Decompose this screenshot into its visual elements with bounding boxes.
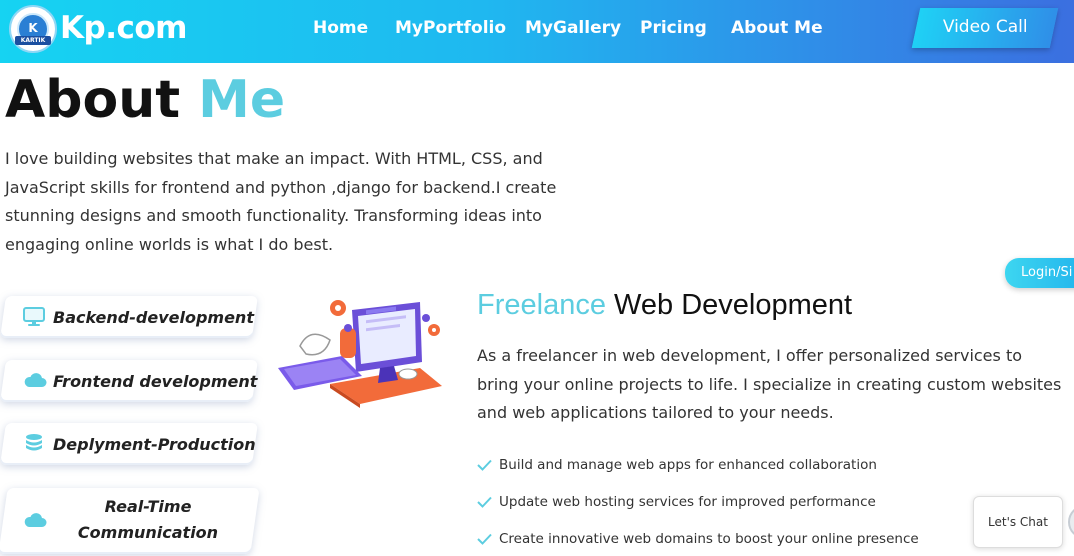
- freelance-title-accent: Freelance: [477, 289, 606, 321]
- skill-card-backend[interactable]: Backend-development: [0, 296, 258, 338]
- monitor-icon: [23, 307, 45, 326]
- chat-avatar[interactable]: [1068, 505, 1074, 539]
- login-signup-tab[interactable]: Login/Si: [1005, 258, 1074, 288]
- list-item: Create innovative web domains to boost y…: [477, 529, 977, 556]
- skill-card-frontend[interactable]: Frontend development: [0, 360, 258, 402]
- list-item-text: Create innovative web domains to boost y…: [499, 531, 919, 547]
- list-item-text: Update web hosting services for improved…: [499, 494, 876, 510]
- nav-mygallery[interactable]: MyGallery: [525, 18, 621, 38]
- about-paragraph: I love building websites that make an im…: [5, 149, 557, 254]
- lets-chat-button[interactable]: Let's Chat: [973, 496, 1063, 548]
- list-item-text: Build and manage web apps for enhanced c…: [499, 457, 877, 473]
- nav-home[interactable]: Home: [313, 18, 368, 38]
- skill-label: Deplyment-Production: [53, 435, 256, 454]
- list-item: Build and manage web apps for enhanced c…: [477, 455, 977, 492]
- cloud-icon: [24, 373, 47, 387]
- skill-card-deployment[interactable]: Deplyment-Production: [0, 423, 258, 465]
- list-item: Update web hosting services for improved…: [477, 492, 977, 529]
- freelance-list: Build and manage web apps for enhanced c…: [477, 455, 977, 556]
- freelance-paragraph: As a freelancer in web development, I of…: [477, 346, 1062, 422]
- cloud-icon: [24, 513, 47, 527]
- brand-name[interactable]: Kp.com: [60, 10, 187, 46]
- page-title: About Me: [5, 70, 285, 130]
- nav-myportfolio[interactable]: MyPortfolio: [395, 18, 506, 38]
- freelance-title-main: Web Development: [605, 289, 853, 321]
- nav-pricing[interactable]: Pricing: [640, 18, 707, 38]
- skill-label: Backend-development: [53, 308, 254, 327]
- video-call-label: Video Call: [942, 17, 1028, 37]
- check-icon: [477, 459, 492, 471]
- logo-initial: K: [28, 21, 38, 35]
- check-icon: [477, 496, 492, 508]
- skill-label: Real-Time Communication: [77, 497, 219, 542]
- database-icon: [26, 434, 42, 451]
- web-development-illustration: [278, 300, 442, 408]
- title-accent: Me: [198, 70, 286, 130]
- skill-card-realtime[interactable]: Real-Time Communication: [0, 488, 260, 554]
- login-tab-label: Login/Si: [1021, 265, 1073, 280]
- navbar: K KARTIK Kp.com Home MyPortfolio MyGalle…: [0, 0, 1074, 63]
- nav-about-me[interactable]: About Me: [731, 18, 823, 38]
- skill-label: Frontend development: [53, 372, 258, 391]
- check-icon: [477, 533, 492, 545]
- freelance-title: Freelance Web Development: [477, 289, 852, 322]
- logo[interactable]: K KARTIK: [9, 5, 57, 53]
- video-call-button[interactable]: Video Call: [911, 8, 1059, 48]
- chat-label: Let's Chat: [988, 515, 1048, 529]
- logo-banner: KARTIK: [15, 36, 51, 45]
- title-main: About: [5, 70, 199, 130]
